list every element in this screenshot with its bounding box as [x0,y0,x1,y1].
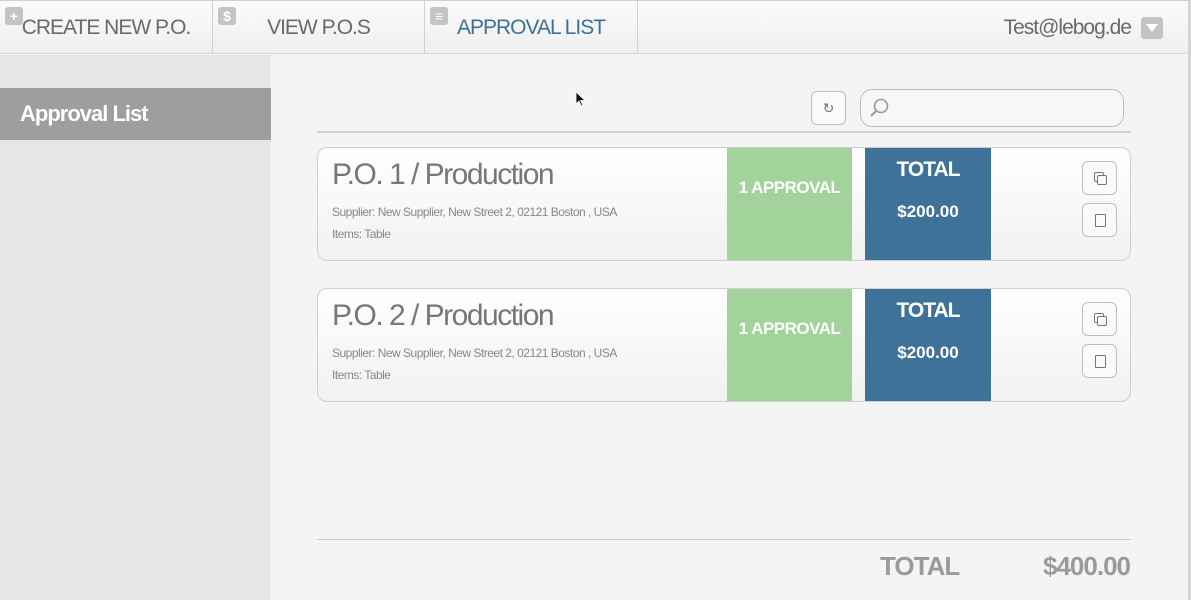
grand-total-value: $400.00 [1043,551,1131,581]
mouse-cursor-icon [575,91,587,107]
top-nav-bar: + CREATE NEW P.O. $ VIEW P.O.S ≡ APPROVA… [0,0,1191,54]
search-box[interactable] [860,89,1124,127]
po-title: P.O. 2 / Production [332,299,555,332]
po-items: Items: Table [332,368,391,382]
dollar-icon: $ [218,7,236,25]
tab-create-new-po[interactable]: + CREATE NEW P.O. [0,1,213,54]
po-supplier: Supplier: New Supplier, New Street 2, 02… [332,205,617,219]
copy-button[interactable] [1082,302,1117,336]
po-total-box: TOTAL $200.00 [865,148,991,260]
sidebar-item-approval-list[interactable]: Approval List [0,88,271,140]
po-total-box: TOTAL $200.00 [865,289,991,401]
po-items: Items: Table [332,227,391,241]
tab-approval-list[interactable]: ≡ APPROVAL LIST [425,1,638,54]
po-card[interactable]: P.O. 1 / Production Supplier: New Suppli… [317,147,1131,261]
po-card[interactable]: P.O. 2 / Production Supplier: New Suppli… [317,288,1131,402]
search-input[interactable] [897,94,1117,122]
search-icon [870,98,889,117]
list-icon: ≡ [430,7,448,25]
divider [317,131,1131,133]
po-total-label: TOTAL [896,158,960,181]
po-title: P.O. 1 / Production [332,158,555,191]
tab-view-pos[interactable]: $ VIEW P.O.S [213,1,425,54]
sidebar: Approval List [0,55,271,600]
po-total-value: $200.00 [897,343,959,362]
chevron-down-icon[interactable] [1141,17,1163,39]
tab-label: VIEW P.O.S [267,15,371,39]
copy-button[interactable] [1082,161,1117,195]
refresh-button[interactable]: ↻ [811,91,846,125]
document-button[interactable] [1082,344,1117,378]
tab-label: CREATE NEW P.O. [21,15,192,39]
po-total-label: TOTAL [896,299,960,322]
refresh-icon: ↻ [822,99,835,116]
plus-icon: + [5,7,23,25]
tab-label: APPROVAL LIST [456,15,606,39]
approval-badge[interactable]: 1 APPROVAL [727,148,852,260]
po-total-value: $200.00 [897,202,959,221]
grand-total-label: TOTAL [880,551,960,581]
po-supplier: Supplier: New Supplier, New Street 2, 02… [332,346,617,360]
document-button[interactable] [1082,203,1117,237]
divider [317,539,1131,540]
approval-badge[interactable]: 1 APPROVAL [727,289,852,401]
user-email[interactable]: Test@lebog.de [1004,1,1132,54]
